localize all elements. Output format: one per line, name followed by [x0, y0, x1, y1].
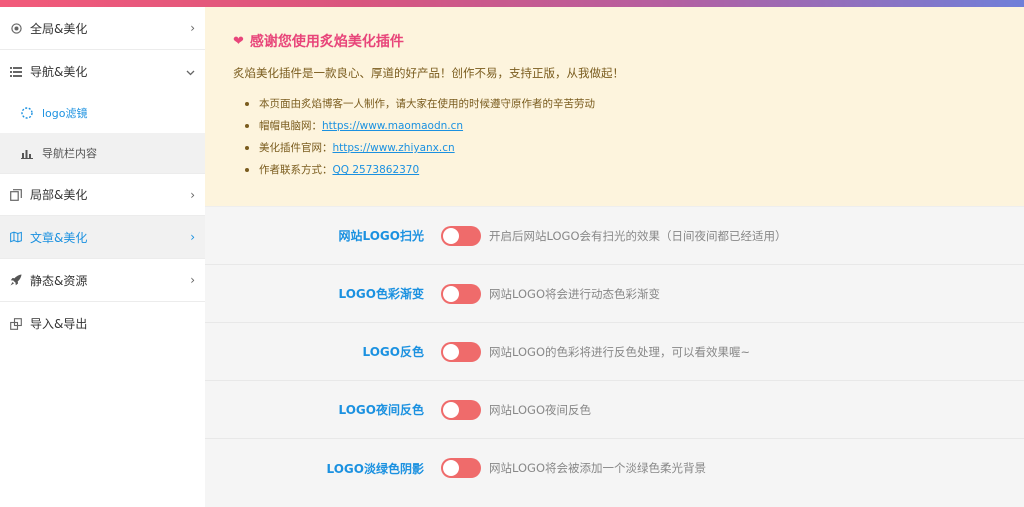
- maomaodn-link[interactable]: https://www.maomaodn.cn: [322, 120, 463, 132]
- setting-row-logo-invert: LOGO反色 网站LOGO的色彩将进行反色处理，可以看效果喔~: [205, 323, 1024, 381]
- submenu-item-logo-filter[interactable]: logo滤镜: [0, 93, 205, 133]
- sidebar-item-global[interactable]: 全局&美化 ›: [0, 7, 205, 50]
- sidebar: 全局&美化 › 导航&美化 logo滤镜 导航栏内容 局部&美化 › 文章&美化…: [0, 7, 205, 507]
- toggle-knob: [443, 227, 459, 244]
- chevron-right-icon: ›: [190, 21, 195, 35]
- submenu-item-navbar-content[interactable]: 导航栏内容: [0, 133, 205, 173]
- sidebar-item-article[interactable]: 文章&美化 ›: [0, 216, 205, 259]
- setting-description: 网站LOGO将会被添加一个淡绿色柔光背景: [489, 461, 707, 475]
- notice-item: 帽帽电脑网：https://www.maomaodn.cn: [245, 115, 996, 137]
- main-content: ❤ 感谢您使用炙焰美化插件 炙焰美化插件是一款良心、厚道的好产品！创作不易，支持…: [205, 7, 1024, 507]
- submenu-item-label: 导航栏内容: [42, 147, 97, 160]
- setting-row-logo-sweep: 网站LOGO扫光 开启后网站LOGO会有扫光的效果（日间夜间都已经适用）: [205, 207, 1024, 265]
- zhiyanx-link[interactable]: https://www.zhiyanx.cn: [333, 142, 455, 154]
- notice-title: ❤ 感谢您使用炙焰美化插件: [233, 31, 996, 51]
- sidebar-item-import-export[interactable]: 导入&导出: [0, 302, 205, 345]
- setting-label: LOGO夜间反色: [338, 403, 424, 417]
- sidebar-item-label: 局部&美化: [30, 188, 88, 202]
- qq-contact-link[interactable]: QQ 2573862370: [333, 164, 420, 176]
- notice-item: 本页面由炙焰博客一人制作，请大家在使用的时候遵守原作者的辛苦劳动: [245, 93, 996, 115]
- top-gradient-bar: [0, 0, 1024, 7]
- setting-label: LOGO反色: [362, 345, 424, 359]
- chevron-down-icon: [186, 65, 195, 79]
- logo-sweep-toggle[interactable]: [441, 225, 481, 246]
- sidebar-item-label: 静态&资源: [30, 273, 88, 288]
- chevron-right-icon: ›: [190, 187, 195, 202]
- spinner-icon: [20, 107, 34, 119]
- chevron-right-icon: ›: [190, 273, 195, 287]
- sidebar-item-label: 导航&美化: [30, 65, 88, 79]
- map-icon: [10, 231, 22, 243]
- sidebar-item-static[interactable]: 静态&资源 ›: [0, 259, 205, 302]
- logo-invert-toggle[interactable]: [441, 341, 481, 362]
- notice-item: 作者联系方式：QQ 2573862370: [245, 159, 996, 181]
- sidebar-item-label: 导入&导出: [30, 317, 88, 331]
- toggle-knob: [443, 460, 459, 476]
- logo-green-shadow-toggle[interactable]: [441, 458, 481, 478]
- sidebar-item-label: 文章&美化: [30, 230, 88, 245]
- notice-item: 美化插件官网：https://www.zhiyanx.cn: [245, 137, 996, 159]
- transfer-icon: [10, 317, 22, 330]
- toggle-knob: [443, 343, 459, 360]
- setting-description: 网站LOGO夜间反色: [489, 402, 592, 417]
- toggle-knob: [443, 401, 459, 418]
- notice-description: 炙焰美化插件是一款良心、厚道的好产品！创作不易，支持正版，从我做起！: [233, 66, 624, 80]
- setting-description: 网站LOGO的色彩将进行反色处理，可以看效果喔~: [489, 344, 751, 359]
- rocket-icon: [10, 274, 22, 286]
- setting-row-logo-night-invert: LOGO夜间反色 网站LOGO夜间反色: [205, 381, 1024, 439]
- setting-row-logo-gradient: LOGO色彩渐变 网站LOGO将会进行动态色彩渐变: [205, 265, 1024, 323]
- submenu-item-label: logo滤镜: [42, 107, 88, 120]
- setting-description: 网站LOGO将会进行动态色彩渐变: [489, 286, 661, 301]
- setting-label: LOGO色彩渐变: [338, 287, 424, 301]
- list-icon: [10, 66, 22, 78]
- sidebar-item-label: 全局&美化: [30, 21, 88, 36]
- bar-chart-icon: [20, 148, 34, 159]
- heart-icon: ❤: [233, 33, 244, 49]
- circle-dot-icon: [10, 22, 22, 34]
- logo-night-invert-toggle[interactable]: [441, 399, 481, 420]
- copy-icon: [10, 188, 22, 201]
- logo-gradient-toggle[interactable]: [441, 283, 481, 304]
- setting-label: 网站LOGO扫光: [338, 229, 424, 243]
- sidebar-item-nav[interactable]: 导航&美化: [0, 50, 205, 93]
- setting-row-logo-green-shadow: LOGO淡绿色阴影 网站LOGO将会被添加一个淡绿色柔光背景: [205, 439, 1024, 497]
- notice-panel: ❤ 感谢您使用炙焰美化插件 炙焰美化插件是一款良心、厚道的好产品！创作不易，支持…: [205, 7, 1024, 207]
- sidebar-item-local[interactable]: 局部&美化 ›: [0, 173, 205, 216]
- notice-list: 本页面由炙焰博客一人制作，请大家在使用的时候遵守原作者的辛苦劳动 帽帽电脑网：h…: [233, 93, 996, 181]
- setting-label: LOGO淡绿色阴影: [326, 461, 424, 476]
- sidebar-submenu: logo滤镜 导航栏内容: [0, 93, 205, 173]
- notice-title-text: 感谢您使用炙焰美化插件: [249, 34, 404, 50]
- setting-description: 开启后网站LOGO会有扫光的效果（日间夜间都已经适用）: [489, 228, 787, 243]
- chevron-right-icon: ›: [190, 230, 195, 244]
- toggle-knob: [443, 285, 459, 302]
